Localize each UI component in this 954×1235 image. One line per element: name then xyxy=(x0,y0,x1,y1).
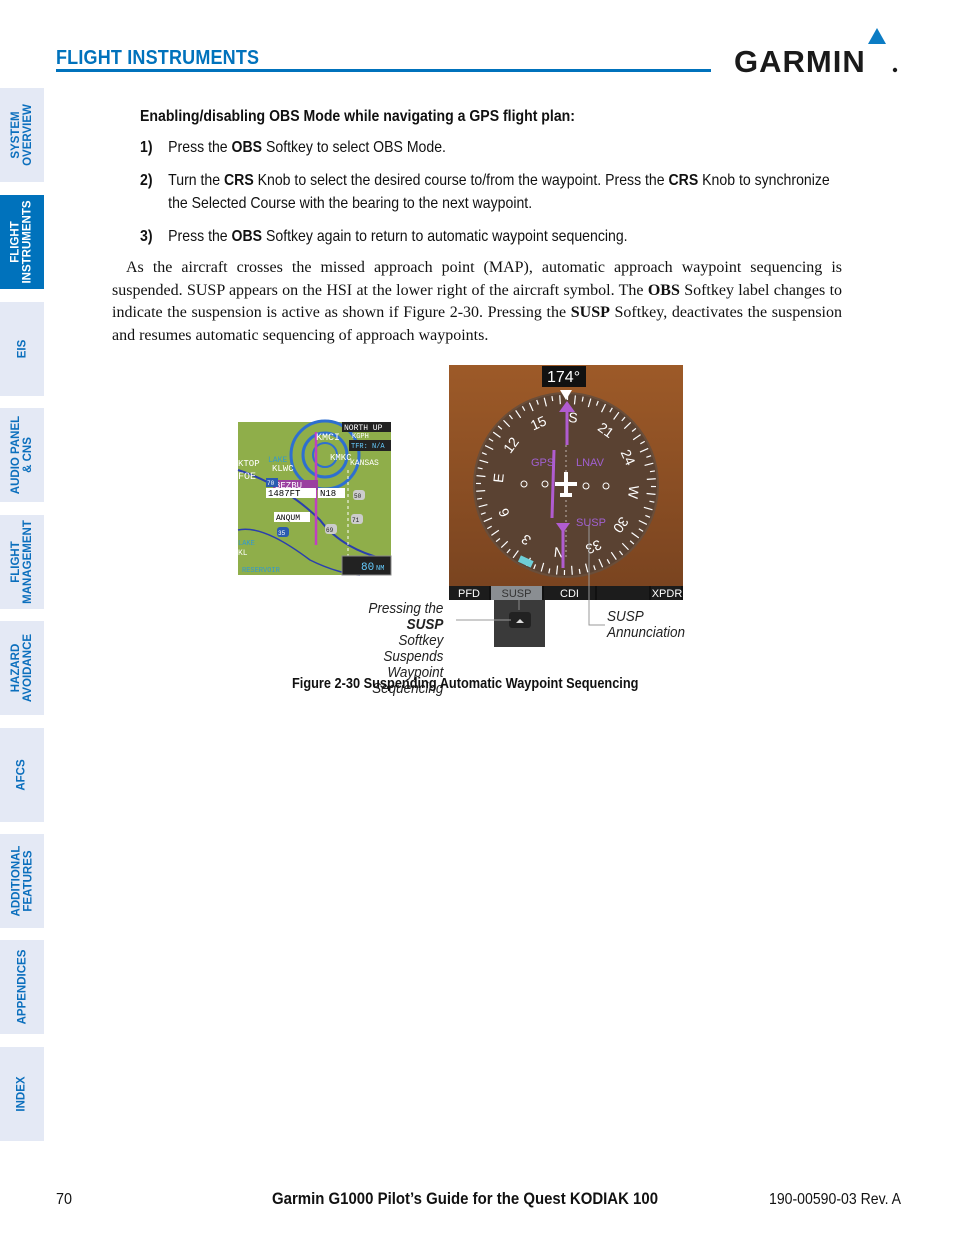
map-label: LAKE xyxy=(268,456,287,465)
callout-text: Softkey Suspends xyxy=(383,632,444,665)
page-number: 70 xyxy=(56,1191,73,1208)
compass-tick xyxy=(477,497,483,500)
compass-tick xyxy=(559,395,561,405)
compass-tick xyxy=(551,396,554,402)
hsi-display: N36E1215 S2124W3033 174° GPS LNAV SUSP xyxy=(449,365,683,586)
map-tfr: TFR: N/A xyxy=(351,443,385,451)
compass-label: W xyxy=(625,485,642,501)
map-orientation: NORTH UP xyxy=(344,424,383,433)
callout-susp-annunciation: SUSP Annunciation xyxy=(607,609,685,641)
callout-text: Pressing the xyxy=(368,600,444,617)
susp-annunciation: SUSP xyxy=(576,517,606,529)
map-label: N18 xyxy=(320,489,336,499)
map-range-unit: NM xyxy=(376,565,384,573)
map-label: KGPH xyxy=(352,433,369,441)
softkey-blank[interactable] xyxy=(597,586,649,600)
softkey-label: SUSP xyxy=(502,588,532,600)
navigation-map: NORTH UP KGPH TFR: N/A KMCI KMKC KLWC KT… xyxy=(237,419,392,576)
figure-2-30: NORTH UP KGPH TFR: N/A KMCI KMKC KLWC KT… xyxy=(237,365,683,647)
bezel-softkey-button[interactable] xyxy=(494,600,545,647)
callout-text: SUSP xyxy=(607,608,644,625)
document-number: 190-00590-03 Rev. A xyxy=(769,1191,902,1208)
sidebar-tab-label: ADDITIONAL FEATURES xyxy=(10,846,34,917)
map-label: KMKC xyxy=(330,453,352,463)
figure-caption: Figure 2-30 Suspending Automatic Waypoin… xyxy=(292,676,639,692)
compass-tick xyxy=(649,470,655,473)
tab-label-line: ADDITIONAL xyxy=(10,845,23,917)
compass-tick xyxy=(646,478,656,480)
map-label: LAKE xyxy=(238,540,255,548)
compass-tick xyxy=(571,565,573,575)
sidebar-tab-label: APPENDICES xyxy=(16,950,28,1025)
sidebar-tab-additional-features[interactable]: ADDITIONAL FEATURES xyxy=(0,834,44,928)
route-shield: 35 xyxy=(278,530,286,537)
route-shield: 70 xyxy=(267,480,275,487)
tab-label-line: INDEX xyxy=(16,1076,28,1112)
sidebar-tab-afcs[interactable]: AFCS xyxy=(0,728,44,822)
footer-title: Garmin G1000 Pilot’s Guide for the Quest… xyxy=(272,1189,659,1208)
map-label: KANSAS xyxy=(350,459,379,468)
sidebar-tab-appendices[interactable]: APPENDICES xyxy=(0,940,44,1034)
route-shield: 71 xyxy=(352,517,360,524)
map-label: KMCI xyxy=(316,433,340,444)
callout-text-bold: SUSP xyxy=(406,616,444,633)
sidebar-tab-index[interactable]: INDEX xyxy=(0,1047,44,1141)
map-label: KL xyxy=(238,549,248,558)
tab-label-line: APPENDICES xyxy=(16,949,28,1025)
sidebar-tab-label: AFCS xyxy=(16,759,28,790)
softkey-bar: PFD SUSP CDI XPDR xyxy=(449,586,683,600)
softkey-label: XPDR xyxy=(652,588,683,600)
map-range: 80 xyxy=(361,562,374,574)
route-shield: 69 xyxy=(326,527,334,534)
map-label: 1487FT xyxy=(268,489,301,499)
tab-label-line: FEATURES xyxy=(22,850,35,912)
map-label: KTOP xyxy=(238,459,260,469)
sidebar-tab-label: INDEX xyxy=(16,1076,28,1111)
callout-text: Annunciation xyxy=(607,624,686,641)
nav-mode: LNAV xyxy=(576,457,605,469)
tab-label-line: AFCS xyxy=(16,759,28,791)
nav-source: GPS xyxy=(531,457,554,469)
map-label: KLWC xyxy=(272,464,294,474)
map-label: ANQUM xyxy=(276,514,300,523)
compass-tick xyxy=(578,568,581,574)
softkey-label: PFD xyxy=(458,588,480,600)
route-shield: 50 xyxy=(354,493,362,500)
map-label: RESERVOIR xyxy=(242,567,281,575)
map-label: FOE xyxy=(238,472,256,483)
compass-label: E xyxy=(490,472,507,483)
heading-readout: 174° xyxy=(547,369,580,386)
compass-tick xyxy=(476,490,486,492)
softkey-label: CDI xyxy=(560,588,579,600)
